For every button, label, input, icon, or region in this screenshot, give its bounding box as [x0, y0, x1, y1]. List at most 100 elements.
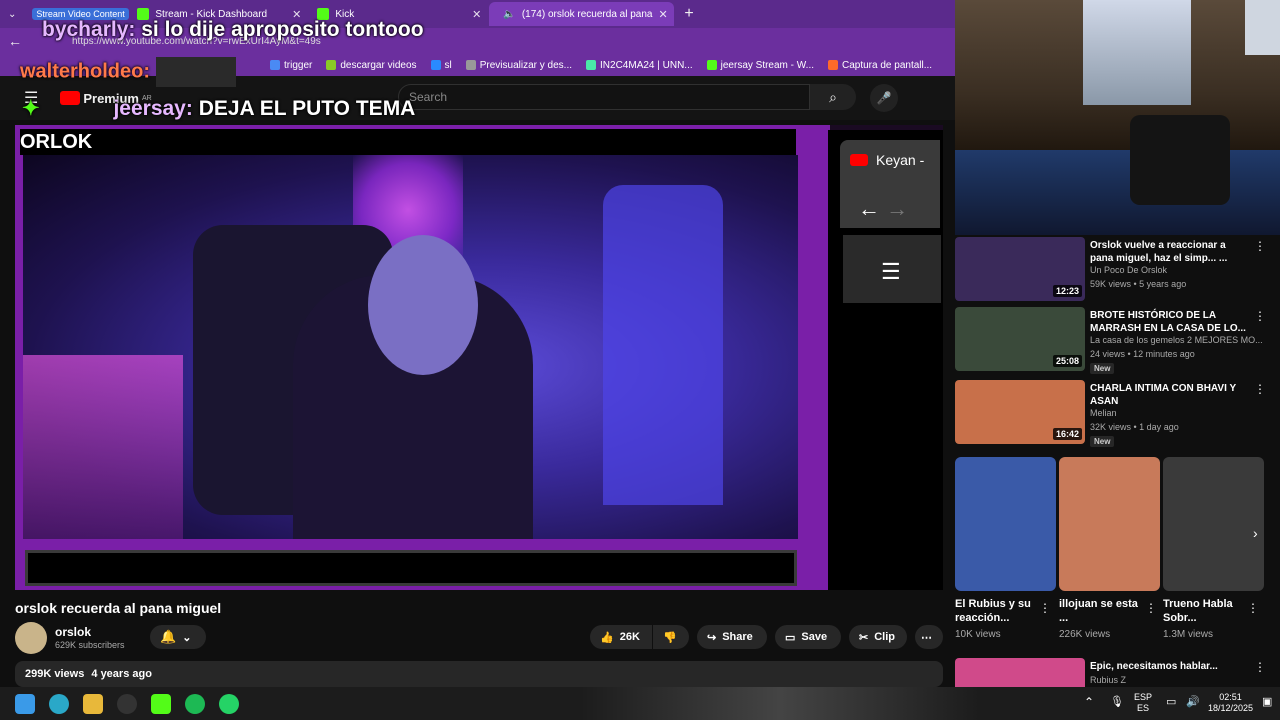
bookmark-label: trigger [284, 59, 313, 71]
kick-icon[interactable] [151, 694, 171, 714]
more-vert-icon[interactable]: ⋮ [1254, 309, 1266, 323]
search-button[interactable]: ⌕ [810, 84, 856, 110]
screen: ⌄ Stream Video Content Stream - Kick Das… [0, 0, 1280, 720]
tab-menu-icon[interactable]: ⌄ [0, 9, 24, 20]
microphone-icon: 🎤 [876, 91, 892, 105]
chat-username: jeersay: [113, 97, 193, 120]
back-arrow-icon: ← → [858, 196, 909, 221]
recommendation-item[interactable]: 25:08 BROTE HISTÓRICO DE LA MARRASH EN L… [955, 307, 1280, 377]
chevron-right-icon[interactable]: › [1253, 525, 1258, 541]
language-sub: ES [1137, 703, 1150, 713]
speaker-icon[interactable]: 🔈 [503, 9, 515, 20]
bookmark-item[interactable]: sl [430, 60, 452, 71]
more-vert-icon[interactable]: ⋮ [1254, 382, 1266, 396]
notification-button[interactable]: 🔔 ⌄ [150, 625, 206, 649]
edge-icon[interactable] [49, 694, 69, 714]
new-tab-icon[interactable]: + [674, 5, 703, 23]
more-vert-icon[interactable]: ⋮ [1254, 660, 1266, 674]
windows-start-icon[interactable] [15, 694, 35, 714]
save-button[interactable]: ▭ Save [775, 625, 841, 649]
view-count: 299K views [25, 668, 85, 680]
bell-icon: 🔔 [160, 629, 177, 644]
duration-badge: 12:23 [1053, 285, 1083, 297]
language-indicator[interactable]: ESP ES [1134, 692, 1152, 714]
bookmark-label: jeersay Stream - W... [720, 59, 814, 71]
save-label: Save [801, 631, 828, 643]
clock[interactable]: 02:51 18/12/2025 [1208, 692, 1253, 714]
chevron-down-icon: ⌄ [182, 631, 192, 644]
back-icon[interactable]: ← [8, 33, 22, 49]
bookmark-icon [465, 60, 476, 70]
recommendation-item[interactable]: 12:23 Orslok vuelve a reaccionar a pana … [955, 237, 1280, 307]
obs-icon[interactable] [117, 694, 137, 714]
streamer-head [368, 235, 478, 375]
avatar[interactable] [15, 622, 47, 654]
video-player[interactable]: ORLOK Keyan - ← → ☰ [15, 125, 943, 590]
channel-name: Melian [1090, 408, 1117, 418]
search-input[interactable]: Search [398, 84, 810, 110]
more-vert-icon[interactable]: ⋮ [1145, 601, 1157, 615]
short-views: 226K views [1059, 629, 1111, 640]
room-light [23, 355, 183, 539]
bookmark-item[interactable]: Previsualizar y des... [465, 59, 573, 71]
chat-message: ✦ jeersay: DEJA EL PUTO TEMA [22, 96, 415, 121]
duration-badge: 16:42 [1053, 428, 1083, 440]
thumbs-down-icon: 👎 [663, 631, 677, 644]
dislike-button[interactable]: 👎 [653, 625, 689, 649]
duration-badge: 25:08 [1053, 355, 1083, 367]
clip-label: Clip [874, 631, 895, 643]
short-views: 1.3M views [1163, 629, 1214, 640]
window [1245, 0, 1280, 55]
thumbs-up-icon: 👍 [600, 631, 614, 644]
more-vert-icon[interactable]: ⋮ [1254, 239, 1266, 253]
short-thumbnail[interactable] [1163, 457, 1264, 591]
network-icon[interactable]: ▭ [1166, 697, 1176, 708]
voice-search-button[interactable]: 🎤 [870, 84, 898, 112]
subscriber-count: 629K subscribers [55, 640, 125, 650]
shorts-shelf: › El Rubius y su reacción... ⋮ 10K views… [955, 457, 1280, 647]
bookmark-icon [326, 60, 337, 70]
recommendation-item[interactable]: Epic, necesitamos hablar... Rubius Z ⋮ [955, 658, 1280, 687]
chat-message: walterholdeo: [20, 57, 236, 87]
menu-icon: ☰ [881, 259, 901, 284]
chair [1130, 115, 1230, 205]
like-button[interactable]: 👍 26K [590, 625, 652, 649]
whatsapp-icon[interactable] [219, 694, 239, 714]
channel-name: La casa de los gemelos 2 MEJORES MO... [1090, 335, 1263, 345]
short-thumbnail[interactable] [955, 457, 1056, 591]
folder-icon[interactable] [83, 694, 103, 714]
more-actions-button[interactable]: ⋯ [915, 625, 943, 649]
bookmark-item[interactable]: trigger [270, 60, 312, 71]
short-views: 10K views [955, 629, 1001, 640]
tab-youtube[interactable]: 🔈 (174) orslok recuerda al pana ✕ [489, 2, 675, 26]
bookmark-item[interactable]: IN2C4MA24 | UNN... [586, 60, 693, 71]
share-button[interactable]: ↪ Share [697, 625, 767, 649]
share-icon: ↪ [707, 631, 717, 644]
notification-icon[interactable]: ▣ [1262, 697, 1272, 708]
language-label: ESP [1134, 692, 1153, 702]
short-thumbnail[interactable] [1059, 457, 1160, 591]
taskbar-wallpaper [580, 687, 980, 720]
background-figure [603, 185, 723, 505]
more-vert-icon[interactable]: ⋮ [1039, 601, 1051, 615]
chevron-up-icon[interactable]: ⌃ [1084, 696, 1094, 708]
bookmark-icon [586, 60, 597, 70]
channel-name[interactable]: orslok [55, 625, 91, 639]
more-vert-icon[interactable]: ⋮ [1247, 601, 1259, 615]
recommendation-item[interactable]: 16:42 CHARLA INTIMA CON BHAVI Y ASAN Mel… [955, 380, 1280, 450]
bookmark-item[interactable]: Captura de pantall... [828, 60, 932, 71]
channel-name: Rubius Z [1090, 675, 1127, 685]
bookmark-item[interactable]: jeersay Stream - W... [706, 59, 814, 71]
microphone-icon[interactable]: 🎙 [1110, 697, 1124, 708]
description-box[interactable]: 299K views 4 years ago [15, 661, 943, 687]
spotify-icon[interactable] [185, 694, 205, 714]
chat-text: si lo dije aproposito tontooo [141, 18, 424, 41]
clip-button[interactable]: ✂ Clip [849, 625, 907, 649]
bookmark-label: Previsualizar y des... [479, 59, 573, 71]
volume-icon[interactable]: 🔊 [1186, 697, 1200, 708]
bookmark-item[interactable]: descargar videos [326, 60, 417, 71]
close-icon[interactable]: ✕ [472, 8, 481, 21]
video-title: Epic, necesitamos hablar... [1090, 661, 1218, 672]
close-icon[interactable]: ✕ [658, 8, 667, 21]
video-meta: 59K views • 5 years ago [1090, 279, 1187, 289]
